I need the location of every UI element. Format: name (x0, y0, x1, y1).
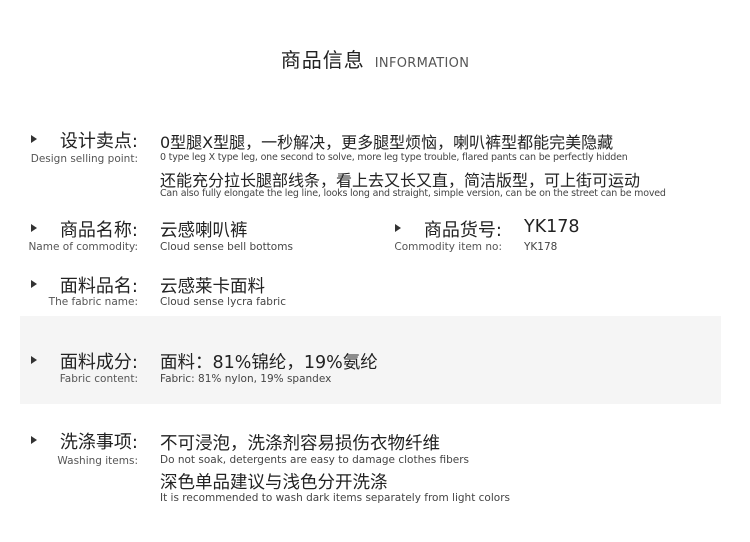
label-washing: 洗涤事项: (59, 432, 138, 453)
washing-line1: 不可浸泡，洗涤剂容易损伤衣物纤维 (160, 434, 440, 454)
bullet-arrow-icon (31, 224, 37, 232)
washing-line1-en: Do not soak, detergents are easy to dama… (160, 454, 470, 466)
fabric-content-value-en: Fabric: 81% nylon, 19% spandex (160, 373, 332, 385)
commodity-name-value: 云感喇叭裤 (160, 221, 248, 241)
label-selling-point: 设计卖点: (59, 131, 138, 152)
label-item-no-en: Commodity item no: (394, 241, 502, 253)
fabric-name-value-en: Cloud sense lycra fabric (160, 296, 286, 308)
selling-point-line1-en: 0 type leg X type leg, one second to sol… (160, 152, 628, 163)
fabric-content-value: 面料：81%锦纶，19%氨纶 (160, 353, 378, 373)
label-commodity-name-en: Name of commodity: (28, 241, 138, 253)
bullet-arrow-icon (31, 280, 37, 288)
label-selling-point-en: Design selling point: (30, 153, 138, 165)
label-fabric-content: 面料成分: (59, 352, 138, 373)
label-fabric-name: 面料品名: (59, 276, 138, 297)
bullet-arrow-icon (31, 356, 37, 364)
label-fabric-name-en: The fabric name: (48, 296, 138, 308)
item-no-value: YK178 (524, 217, 580, 237)
bullet-arrow-icon (395, 224, 401, 232)
label-fabric-content-en: Fabric content: (59, 373, 138, 385)
selling-point-line2-en: Can also fully elongate the leg line, lo… (160, 188, 666, 199)
washing-line2-en: It is recommended to wash dark items sep… (160, 492, 510, 504)
bullet-arrow-icon (31, 436, 37, 444)
fabric-name-value: 云感莱卡面料 (160, 277, 265, 297)
bullet-arrow-icon (31, 135, 37, 143)
section-title-en: INFORMATION (374, 56, 470, 71)
section-title: 商品信息 (280, 48, 365, 72)
label-item-no: 商品货号: (423, 220, 502, 241)
commodity-name-value-en: Cloud sense bell bottoms (160, 241, 293, 253)
selling-point-line1: 0型腿X型腿，一秒解决，更多腿型烦恼，喇叭裤型都能完美隐藏 (160, 133, 614, 152)
washing-line2: 深色单品建议与浅色分开洗涤 (160, 473, 388, 493)
section-header: 商品信息 INFORMATION (0, 44, 750, 73)
label-commodity-name: 商品名称: (59, 220, 138, 241)
item-no-value-en: YK178 (524, 241, 558, 253)
label-washing-en: Washing items: (57, 455, 138, 467)
